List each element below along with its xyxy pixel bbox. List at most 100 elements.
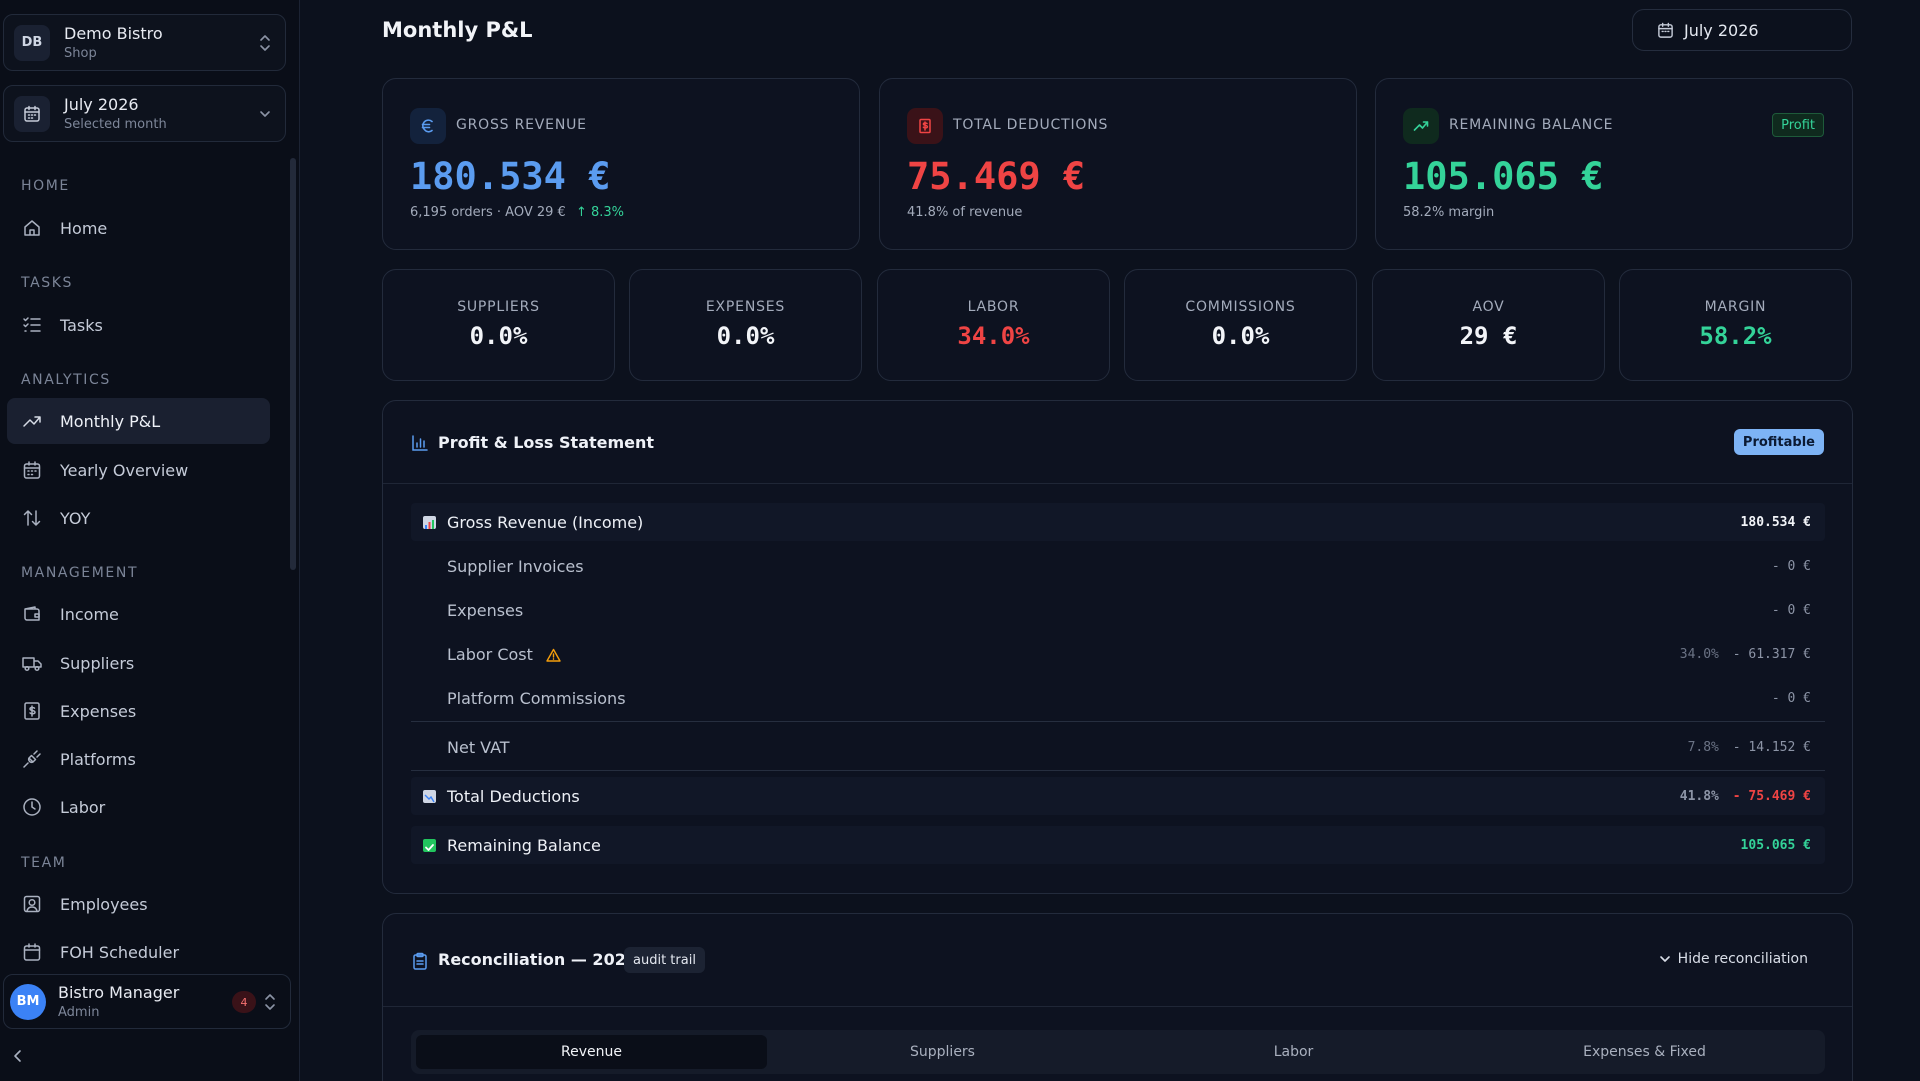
calendar-icon xyxy=(23,943,41,961)
ratio-value: 0.0% xyxy=(716,322,775,350)
avatar: BM xyxy=(10,983,46,1020)
pl-row-pct: 7.8% xyxy=(1687,739,1719,755)
profit-badge: Profit xyxy=(1772,113,1824,137)
sidebar-item-label: Tasks xyxy=(60,315,103,335)
date-picker-label: July 2026 xyxy=(1684,20,1759,40)
sidebar-item-monthly-pl[interactable]: Monthly P&L xyxy=(7,398,270,444)
wallet-icon xyxy=(24,606,40,621)
sidebar-item-employees[interactable]: Employees xyxy=(7,881,270,927)
workspace-switcher[interactable]: DB Demo Bistro Shop xyxy=(3,14,286,71)
audit-trail-badge: audit trail xyxy=(624,947,705,973)
chevron-down-icon xyxy=(260,111,270,117)
user-menu[interactable]: BM Bistro Manager Admin 4 xyxy=(3,974,291,1029)
section-tasks: TASKS xyxy=(21,275,73,291)
chart-down-icon xyxy=(423,789,436,803)
divider xyxy=(411,721,1825,722)
month-switcher[interactable]: July 2026 Selected month xyxy=(3,85,286,142)
hide-reconciliation-button[interactable]: Hide reconciliation xyxy=(1659,951,1808,967)
sidebar-item-expenses[interactable]: Expenses xyxy=(7,688,270,734)
clipboard-icon xyxy=(413,952,427,970)
pl-row-net-vat: Net VAT 7.8% - 14.152 € xyxy=(411,728,1825,766)
sidebar-item-income[interactable]: Income xyxy=(7,591,270,637)
bar-chart-icon xyxy=(423,515,436,529)
ratio-value: 58.2% xyxy=(1699,322,1772,350)
hide-reconciliation-label: Hide reconciliation xyxy=(1677,951,1808,967)
pl-row-name: Expenses xyxy=(447,600,524,620)
sidebar-item-label: Monthly P&L xyxy=(60,411,161,431)
kpi-sub: 58.2% margin xyxy=(1403,205,1495,220)
kpi-card-gross-revenue: GROSS REVENUE 180.534 € 6,195 orders · A… xyxy=(382,78,860,250)
sidebar-item-yoy[interactable]: YOY xyxy=(7,495,270,541)
divider xyxy=(383,483,1852,484)
plug-icon xyxy=(23,750,41,768)
sidebar: DB Demo Bistro Shop July 2026 Selected m… xyxy=(0,0,300,1081)
kpi-value: 180.534 € xyxy=(410,155,611,198)
sidebar-item-label: Employees xyxy=(60,894,148,914)
ratio-card-commissions: COMMISSIONS 0.0% xyxy=(1124,269,1357,381)
chevrons-up-down-icon xyxy=(265,994,275,1010)
tab-expenses-fixed[interactable]: Expenses & Fixed xyxy=(1469,1035,1820,1069)
trending-up-icon xyxy=(1403,108,1439,144)
divider xyxy=(411,770,1825,771)
kpi-sub: 41.8% of revenue xyxy=(907,205,1023,220)
ratio-card-labor: LABOR 34.0% xyxy=(877,269,1110,381)
pl-row-supplier-invoices: Supplier Invoices - 0 € xyxy=(411,547,1825,585)
sidebar-item-suppliers[interactable]: Suppliers xyxy=(7,640,270,686)
clock-icon xyxy=(23,798,41,816)
pl-row-name: Platform Commissions xyxy=(447,688,626,708)
pl-row-platform-commissions: Platform Commissions - 0 € xyxy=(411,679,1825,717)
pl-row-total-deductions: Total Deductions 41.8% - 75.469 € xyxy=(411,777,1825,815)
sidebar-item-yearly-overview[interactable]: Yearly Overview xyxy=(7,447,270,493)
status-badge: Profitable xyxy=(1733,429,1824,455)
kpi-label: GROSS REVENUE xyxy=(456,117,587,133)
chevron-left-icon[interactable] xyxy=(12,1049,24,1063)
pl-row-remaining-balance: Remaining Balance 105.065 € xyxy=(411,826,1825,864)
ratio-card-margin: MARGIN 58.2% xyxy=(1619,269,1852,381)
ratio-value: 0.0% xyxy=(469,322,528,350)
sidebar-item-home[interactable]: Home xyxy=(7,205,270,251)
pl-row-amount: - 0 € xyxy=(1771,690,1811,706)
pl-row-amount-wrap: 7.8% - 14.152 € xyxy=(1688,740,1811,755)
sidebar-item-platforms[interactable]: Platforms xyxy=(7,736,270,782)
workspace-name: Demo Bistro xyxy=(64,24,163,43)
sidebar-item-label: Expenses xyxy=(60,701,137,721)
pl-row-name: Supplier Invoices xyxy=(447,556,584,576)
pl-row-amount: - 0 € xyxy=(1771,602,1811,618)
ratio-value: 34.0% xyxy=(957,322,1030,350)
pl-row-amount: - 14.152 € xyxy=(1732,739,1811,755)
sidebar-item-foh-scheduler[interactable]: FOH Scheduler xyxy=(7,929,270,975)
sidebar-item-tasks[interactable]: Tasks xyxy=(7,302,270,348)
user-role: Admin xyxy=(58,1005,100,1020)
user-name: Bistro Manager xyxy=(58,983,180,1002)
calendar-icon xyxy=(1658,22,1673,38)
pl-title: Profit & Loss Statement xyxy=(438,433,655,452)
reconciliation-tabs: Revenue Suppliers Labor Expenses & Fixed xyxy=(411,1030,1825,1074)
tab-suppliers[interactable]: Suppliers xyxy=(767,1035,1118,1069)
pl-row-name: Total Deductions xyxy=(447,786,580,806)
ratio-label: MARGIN xyxy=(1704,299,1767,315)
pl-row-labor-cost: Labor Cost 34.0% - 61.317 € xyxy=(411,635,1825,673)
ratio-label: SUPPLIERS xyxy=(457,299,540,315)
kpi-value: 105.065 € xyxy=(1403,155,1604,198)
sidebar-item-labor[interactable]: Labor xyxy=(7,784,270,830)
page-title: Monthly P&L xyxy=(382,18,533,42)
chevrons-up-down-icon xyxy=(260,35,270,51)
ratio-value: 29 € xyxy=(1459,322,1518,350)
divider xyxy=(383,1006,1852,1007)
sidebar-item-label: YOY xyxy=(60,508,91,528)
ratio-card-expenses: EXPENSES 0.0% xyxy=(629,269,862,381)
sidebar-item-label: Home xyxy=(60,218,108,238)
date-picker-button[interactable]: July 2026 xyxy=(1632,9,1852,51)
section-team: TEAM xyxy=(21,855,67,871)
pl-row-amount: 180.534 € xyxy=(1740,514,1811,530)
calendar-icon xyxy=(14,95,50,132)
notification-badge[interactable]: 4 xyxy=(232,991,256,1013)
workspace-initials: DB xyxy=(14,24,50,61)
check-box-icon xyxy=(423,838,436,852)
ratio-card-aov: AOV 29 € xyxy=(1372,269,1605,381)
workspace-type: Shop xyxy=(64,46,97,61)
tab-labor[interactable]: Labor xyxy=(1118,1035,1469,1069)
tab-revenue[interactable]: Revenue xyxy=(416,1035,767,1069)
sidebar-scrollbar[interactable] xyxy=(290,158,296,570)
euro-icon xyxy=(410,108,446,144)
